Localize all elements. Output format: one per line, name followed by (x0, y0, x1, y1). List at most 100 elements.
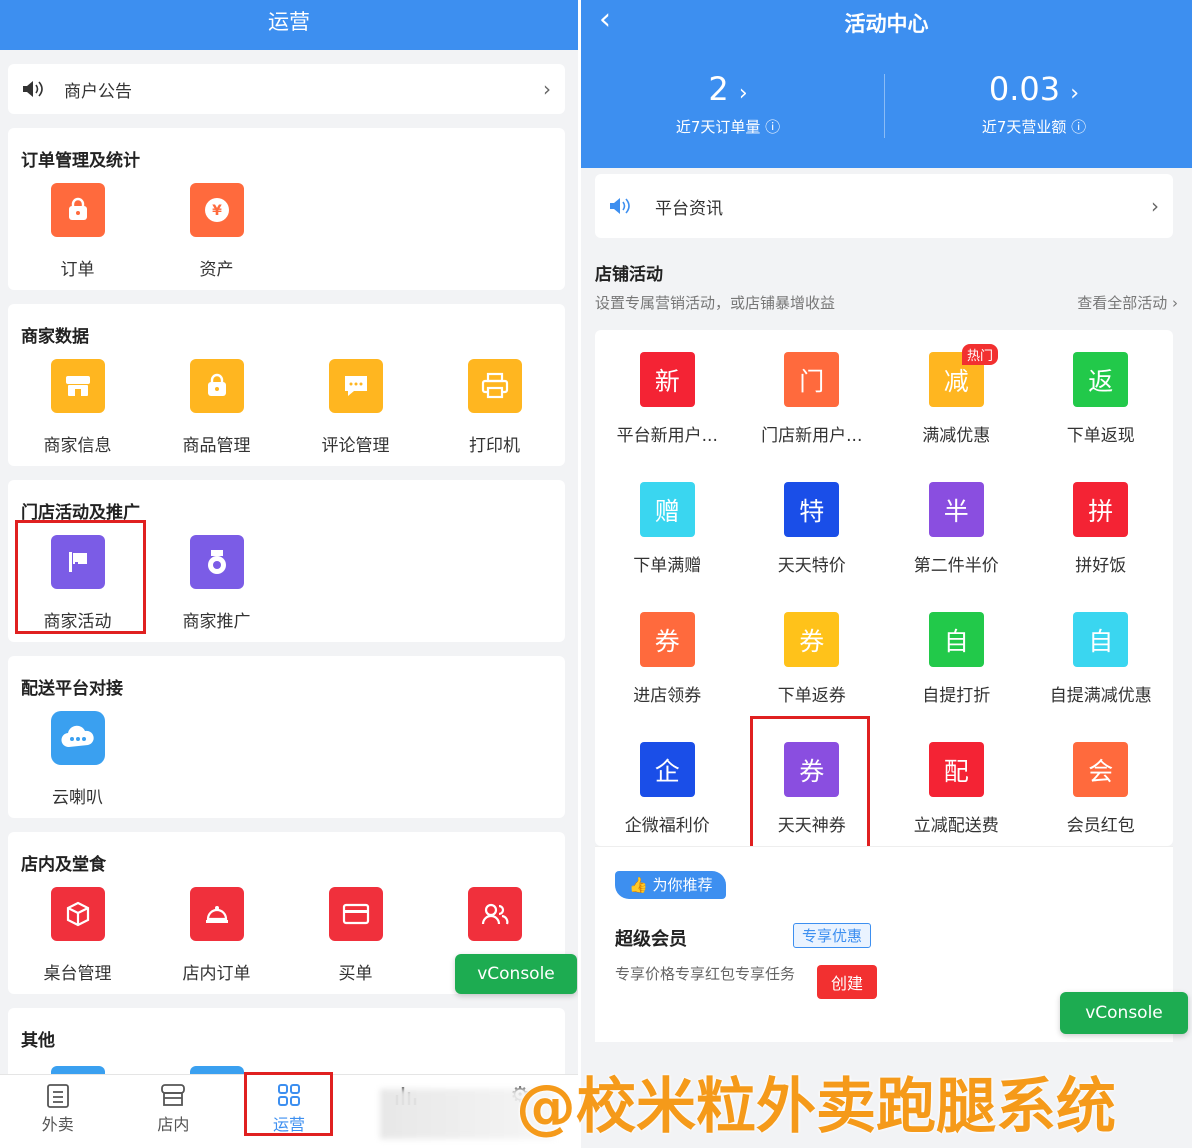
menu-item-label: 桌台管理 (43, 964, 112, 984)
activity-icon: 配 (928, 742, 984, 797)
bag-icon (189, 359, 244, 413)
activity-item[interactable]: 券进店领券 (595, 612, 740, 706)
activity-label: 下单返现 (1066, 426, 1135, 446)
page-title: 活动中心 (844, 12, 929, 36)
chevron-right-icon: › (1070, 81, 1080, 106)
stat-orders[interactable]: 2 › 近7天订单量 ⓘ (583, 70, 873, 137)
menu-item-label: 云喇叭 (52, 788, 103, 808)
activity-row: 赠下单满赠 特天天特价 半第二件半价 拼拼好饭 (595, 482, 1173, 576)
highlight-box (750, 716, 870, 850)
stat-label: 近7天营业额 (981, 118, 1067, 136)
tab-takeout[interactable]: 外卖 (0, 1075, 116, 1148)
activity-label: 自提打折 (922, 686, 991, 706)
activity-icon: 企 (639, 742, 695, 797)
activity-header: ‹ 活动中心 2 › 近7天订单量 ⓘ 0.03 › 近7天营业额 ⓘ (581, 0, 1192, 168)
activity-icon: 自 (1073, 612, 1129, 667)
stat-value: 0.03 (988, 70, 1061, 108)
activity-label: 门店新用户... (761, 426, 863, 446)
store-icon (50, 359, 105, 413)
chevron-right-icon: › (543, 77, 551, 101)
activity-label: 进店领券 (633, 686, 702, 706)
coin-icon: ¥ (189, 183, 244, 237)
activity-item[interactable]: 门门店新用户... (740, 352, 885, 446)
speaker-icon (609, 197, 633, 215)
activity-item[interactable]: 企企微福利价 (595, 742, 740, 836)
super-member-description: 专享价格专享红包专享任务 (615, 965, 796, 983)
activity-icon: 返 (1073, 352, 1129, 407)
activity-item[interactable]: 券下单返券 (740, 612, 885, 706)
section-title: 订单管理及统计 (21, 151, 140, 171)
activity-label: 平台新用户... (616, 426, 718, 446)
tab-in-store[interactable]: 店内 (116, 1075, 232, 1148)
activity-item[interactable]: 新平台新用户... (595, 352, 740, 446)
stat-label: 近7天订单量 (675, 118, 761, 136)
menu-item-goods[interactable]: 商品管理 (147, 359, 286, 456)
merchant-notice-bar[interactable]: 商户公告 › (8, 64, 565, 114)
exclusive-badge: 专享优惠 (793, 923, 872, 948)
activity-label: 立减配送费 (913, 816, 999, 836)
activity-label: 满减优惠 (922, 426, 991, 446)
menu-item-orders[interactable]: 订单 (8, 183, 147, 280)
vconsole-button[interactable]: vConsole (455, 954, 577, 994)
activity-label: 天天特价 (777, 556, 846, 576)
recommend-tag: 👍 为你推荐 (615, 871, 727, 899)
activity-label: 拼好饭 (1075, 556, 1127, 576)
activity-item[interactable]: 会会员红包 (1029, 742, 1174, 836)
chevron-right-icon: › (1151, 194, 1159, 218)
bell-icon (189, 887, 244, 941)
section-title: 商家数据 (21, 327, 89, 347)
menu-item-in-store-orders[interactable]: 店内订单 (147, 887, 286, 984)
activity-icon: 会 (1073, 742, 1129, 797)
activity-icon: 赠 (639, 482, 695, 537)
activity-item[interactable]: 拼拼好饭 (1029, 482, 1174, 576)
activity-icon: 拼 (1073, 482, 1129, 537)
menu-item-cloud-speaker[interactable]: 云喇叭 (8, 711, 147, 808)
view-all-activities-link[interactable]: 查看全部活动 › (1077, 292, 1178, 313)
menu-item-label: 商家信息 (43, 436, 112, 456)
stat-revenue[interactable]: 0.03 › 近7天营业额 ⓘ (889, 70, 1179, 137)
list-icon (44, 1083, 72, 1109)
activity-item[interactable]: 返下单返现 (1029, 352, 1174, 446)
menu-item-table-management[interactable]: 桌台管理 (8, 887, 147, 984)
activity-label: 会员红包 (1066, 816, 1135, 836)
menu-item-reviews[interactable]: 评论管理 (286, 359, 425, 456)
create-button[interactable]: 创建 (817, 965, 877, 999)
activity-item[interactable]: 半第二件半价 (884, 482, 1029, 576)
section-title: 配送平台对接 (21, 679, 123, 699)
cloud-chat-icon (50, 711, 105, 765)
watermark-text: @校米粒外卖跑腿系统 (516, 1072, 1116, 1142)
menu-item-pay-bill[interactable]: 买单 (286, 887, 425, 984)
activity-item[interactable]: 配立减配送费 (884, 742, 1029, 836)
menu-item-label: 商家推广 (182, 612, 251, 632)
comment-icon (328, 359, 383, 413)
activity-item[interactable]: 赠下单满赠 (595, 482, 740, 576)
activity-row: 新平台新用户... 门门店新用户... 减热门 满减优惠 返下单返现 (595, 344, 1174, 446)
activity-label: 第二件半价 (913, 556, 999, 576)
activity-icon: 特 (784, 482, 840, 537)
vconsole-button[interactable]: vConsole (1060, 992, 1188, 1034)
activity-icon: 券 (639, 612, 695, 667)
activity-item[interactable]: 减热门 满减优惠 (884, 344, 1029, 446)
chevron-right-icon: › (738, 81, 748, 106)
menu-item-merchant-promotion[interactable]: 商家推广 (147, 535, 286, 632)
activity-item[interactable]: 自自提打折 (884, 612, 1029, 706)
svg-text:¥: ¥ (212, 203, 222, 219)
activity-item[interactable]: 特天天特价 (740, 482, 885, 576)
menu-item-assets[interactable]: ¥ 资产 (147, 183, 286, 280)
activity-label: 下单返券 (777, 686, 846, 706)
help-icon[interactable]: ⓘ (1071, 118, 1086, 136)
section-orders: 订单管理及统计 订单 ¥ 资产 (8, 128, 565, 290)
activity-label: 自提满减优惠 (1049, 686, 1152, 706)
platform-news-bar[interactable]: 平台资讯 › (595, 174, 1173, 238)
activity-item[interactable]: 自自提满减优惠 (1029, 612, 1174, 706)
page-title: 运营 (0, 0, 578, 50)
menu-item-printer[interactable]: 打印机 (425, 359, 564, 456)
activity-icon: 半 (928, 482, 984, 537)
right-screen: ‹ 活动中心 2 › 近7天订单量 ⓘ 0.03 › 近7天营业额 ⓘ 平台资讯… (581, 0, 1192, 1148)
store-icon (159, 1083, 187, 1109)
section-grid: 云喇叭 (8, 711, 565, 808)
activity-row: 企企微福利价 券天天神券 配立减配送费 会会员红包 (595, 742, 1173, 836)
cube-icon (50, 887, 105, 941)
help-icon[interactable]: ⓘ (765, 118, 780, 136)
menu-item-merchant-info[interactable]: 商家信息 (8, 359, 147, 456)
